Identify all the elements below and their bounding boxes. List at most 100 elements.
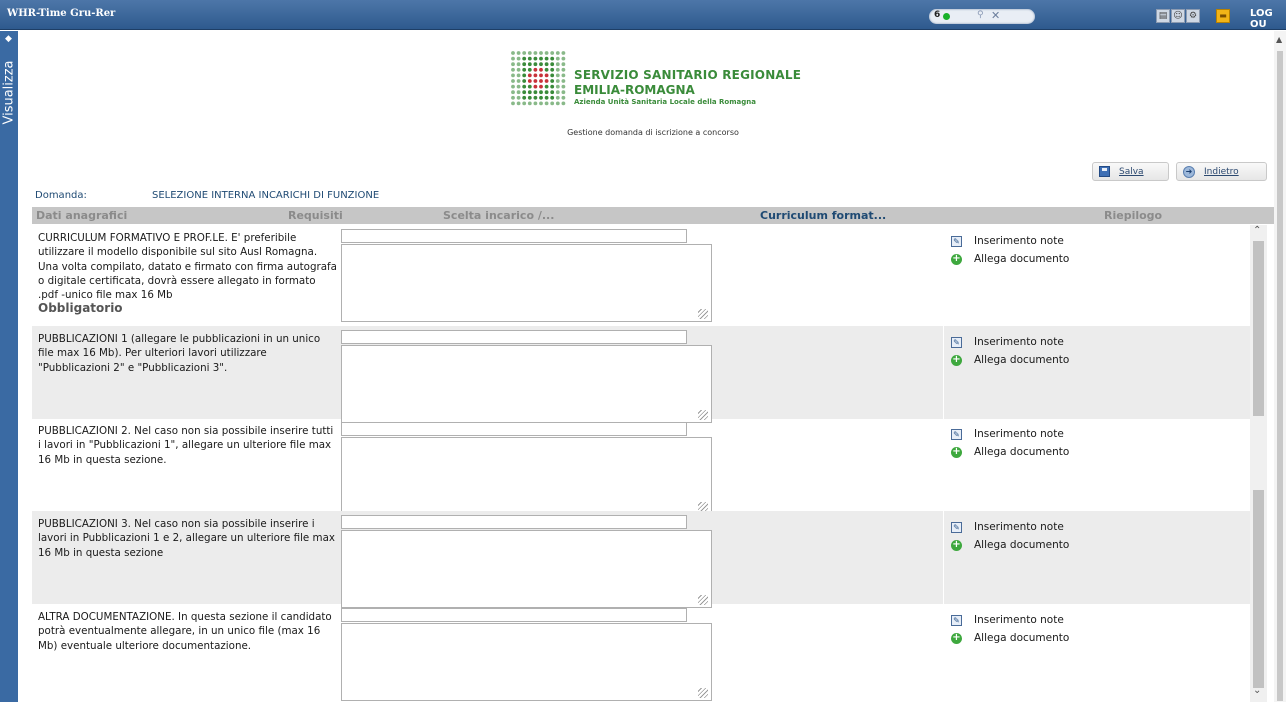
section-description: CURRICULUM FORMATIVO E PROF.LE. E' prefe… [38, 231, 338, 315]
edit-note-icon: ✎ [951, 614, 962, 626]
section-notes-textarea[interactable] [341, 623, 712, 701]
attach-document-link[interactable]: + Allega documento [951, 354, 1069, 366]
domanda-label: Domanda: [35, 190, 87, 201]
attach-document-label: Allega documento [974, 446, 1070, 458]
add-icon: + [951, 252, 962, 265]
section-notes-textarea[interactable] [341, 437, 712, 515]
logo-line-2: EMILIA-ROMAGNA [574, 83, 695, 97]
attach-document-label: Allega documento [974, 539, 1070, 551]
section-title-input[interactable] [341, 330, 687, 344]
section-curriculum: CURRICULUM FORMATIVO E PROF.LE. E' prefe… [32, 225, 1250, 322]
section-pubblicazioni-1: PUBBLICAZIONI 1 (allegare le pubblicazio… [32, 326, 1250, 423]
toolbar-icons: ▤ ☺ ⚙ [1156, 9, 1200, 24]
save-label: Salva [1119, 166, 1144, 177]
attach-document-link[interactable]: + Allega documento [951, 446, 1069, 458]
page-subtitle: Gestione domanda di iscrizione a concors… [567, 128, 739, 137]
section-title-input[interactable] [341, 229, 687, 243]
attach-document-label: Allega documento [974, 354, 1070, 366]
insert-note-link[interactable]: ✎ Inserimento note [951, 521, 1064, 533]
scroll-down-icon[interactable]: ⌄ [1253, 685, 1261, 696]
insert-note-link[interactable]: ✎ Inserimento note [951, 428, 1064, 440]
search-mini-icon: ⚲ [977, 10, 984, 20]
section-title-input[interactable] [341, 608, 687, 622]
logo-dots-icon [511, 51, 566, 106]
settings-icon[interactable]: ⚙ [1186, 9, 1200, 23]
section-text: CURRICULUM FORMATIVO E PROF.LE. E' prefe… [38, 232, 337, 302]
insert-note-link[interactable]: ✎ Inserimento note [951, 614, 1064, 626]
scroll-track-segment[interactable] [1253, 490, 1264, 688]
content-scrollbar[interactable]: ⌃ ⌄ [1250, 225, 1267, 702]
page-scroll-thumb[interactable] [1277, 51, 1283, 701]
document-icon[interactable]: ▤ [1156, 9, 1170, 23]
scroll-up-icon[interactable]: ⌃ [1253, 225, 1261, 236]
resize-grip-icon[interactable] [698, 688, 708, 698]
section-notes-textarea[interactable] [341, 244, 712, 322]
notification-pill[interactable]: 6 ⚲ ✕ [929, 9, 1035, 24]
section-notes-textarea[interactable] [341, 530, 712, 608]
section-pubblicazioni-2: PUBBLICAZIONI 2. Nel caso non sia possib… [32, 418, 1250, 515]
save-button[interactable]: Salva [1092, 162, 1169, 181]
insert-note-label: Inserimento note [974, 428, 1064, 440]
floppy-icon [1099, 166, 1110, 177]
insert-note-label: Inserimento note [974, 614, 1064, 626]
section-title-input[interactable] [341, 422, 687, 436]
tab-bar: Dati anagrafici Requisiti Scelta incaric… [32, 207, 1281, 224]
insert-note-label: Inserimento note [974, 235, 1064, 247]
attach-document-link[interactable]: + Allega documento [951, 253, 1069, 265]
section-altra-documentazione: ALTRA DOCUMENTAZIONE. In questa sezione … [32, 604, 1250, 701]
back-label: Indietro [1204, 166, 1239, 177]
insert-note-link[interactable]: ✎ Inserimento note [951, 336, 1064, 348]
required-label: Obbligatorio [38, 301, 123, 316]
tab-dati-anagrafici[interactable]: Dati anagrafici [36, 209, 127, 222]
top-bar: WHR-Time Gru-Rer 6 ⚲ ✕ ▤ ☺ ⚙ ▬ LOG OU [0, 0, 1286, 30]
attach-document-label: Allega documento [974, 632, 1070, 644]
section-description: ALTRA DOCUMENTAZIONE. In questa sezione … [38, 611, 332, 652]
insert-note-label: Inserimento note [974, 521, 1064, 533]
tab-requisiti[interactable]: Requisiti [288, 209, 343, 222]
column-divider [943, 511, 944, 604]
attach-document-label: Allega documento [974, 253, 1070, 265]
insert-note-link[interactable]: ✎ Inserimento note [951, 235, 1064, 247]
close-x-icon[interactable]: ✕ [991, 9, 1000, 22]
column-divider [943, 326, 944, 419]
add-icon: + [951, 631, 962, 644]
section-notes-textarea[interactable] [341, 345, 712, 423]
section-description: PUBBLICAZIONI 1 (allegare le pubblicazio… [38, 333, 321, 374]
attach-document-link[interactable]: + Allega documento [951, 539, 1069, 551]
logo-line-3: Azienda Unità Sanitaria Locale della Rom… [574, 98, 756, 106]
notification-count: 6 [934, 10, 941, 20]
logo-line-1: SERVIZIO SANITARIO REGIONALE [574, 68, 802, 82]
users-icon[interactable]: ☺ [1171, 9, 1185, 23]
logo: SERVIZIO SANITARIO REGIONALE EMILIA-ROMA… [510, 50, 810, 114]
resize-grip-icon[interactable] [698, 309, 708, 319]
status-dot-icon [943, 13, 950, 20]
section-pubblicazioni-3: PUBBLICAZIONI 3. Nel caso non sia possib… [32, 511, 1250, 608]
scroll-thumb[interactable] [1253, 241, 1264, 416]
domanda-value: SELEZIONE INTERNA INCARICHI DI FUNZIONE [152, 190, 380, 201]
add-icon: + [951, 538, 962, 551]
add-icon: + [951, 445, 962, 458]
tab-scelta-incarico[interactable]: Scelta incarico /... [443, 209, 554, 222]
back-arrow-icon: ➜ [1183, 165, 1195, 178]
add-icon: + [951, 353, 962, 366]
folder-icon[interactable]: ▬ [1216, 9, 1230, 23]
sections-list: CURRICULUM FORMATIVO E PROF.LE. E' prefe… [32, 225, 1250, 702]
insert-note-label: Inserimento note [974, 336, 1064, 348]
section-title-input[interactable] [341, 515, 687, 529]
tab-curriculum[interactable]: Curriculum format... [760, 209, 886, 222]
side-tab-label: Visualizza [1, 60, 17, 125]
edit-note-icon: ✎ [951, 235, 962, 247]
page-scroll-up-icon[interactable]: ▲ [1276, 35, 1282, 44]
edit-note-icon: ✎ [951, 521, 962, 533]
section-description: PUBBLICAZIONI 2. Nel caso non sia possib… [38, 425, 334, 466]
edit-note-icon: ✎ [951, 428, 962, 440]
edit-note-icon: ✎ [951, 336, 962, 348]
diamond-icon: ◆ [5, 34, 12, 44]
app-title: WHR-Time Gru-Rer [7, 8, 116, 19]
logout-link[interactable]: LOG OU [1250, 8, 1286, 30]
page-scrollbar[interactable]: ▲ [1274, 31, 1286, 702]
section-description: PUBBLICAZIONI 3. Nel caso non sia possib… [38, 518, 335, 559]
attach-document-link[interactable]: + Allega documento [951, 632, 1069, 644]
back-button[interactable]: ➜ Indietro [1176, 162, 1267, 181]
tab-riepilogo[interactable]: Riepilogo [1104, 209, 1162, 222]
